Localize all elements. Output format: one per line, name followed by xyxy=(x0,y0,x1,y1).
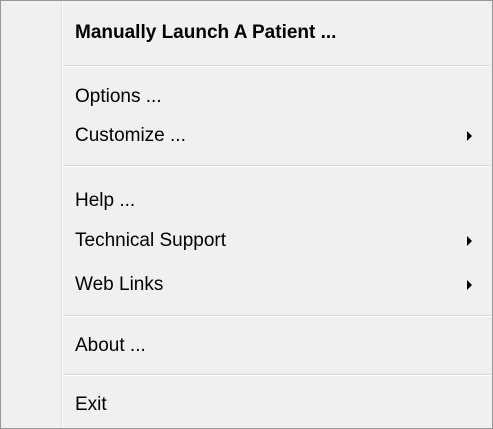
submenu-arrow-icon xyxy=(467,280,472,290)
submenu-arrow-icon xyxy=(467,131,472,141)
menu-item-about[interactable]: About ... xyxy=(64,323,490,369)
menu-item-label: Exit xyxy=(75,394,107,415)
menu-item-label: Technical Support xyxy=(75,230,227,251)
menu-item-exit[interactable]: Exit xyxy=(64,382,490,428)
menu-item-label: Options ... xyxy=(75,86,162,107)
menu-item-label: Manually Launch A Patient ... xyxy=(75,22,337,43)
menu-item-label: About ... xyxy=(75,335,146,356)
menu-item-label: Help ... xyxy=(75,190,136,211)
menu-separator xyxy=(64,374,490,376)
context-menu: Manually Launch A Patient ... Options ..… xyxy=(0,0,493,429)
menu-item-label: Web Links xyxy=(75,274,164,295)
menu-item-label: Customize ... xyxy=(75,125,186,146)
menu-separator xyxy=(64,165,490,167)
menu-item-customize[interactable]: Customize ... xyxy=(64,113,490,159)
menu-item-technical-support[interactable]: Technical Support xyxy=(64,218,490,264)
submenu-arrow-icon xyxy=(467,236,472,246)
menu-item-manually-launch-patient[interactable]: Manually Launch A Patient ... xyxy=(64,10,490,56)
menu-separator xyxy=(64,315,490,317)
menu-item-web-links[interactable]: Web Links xyxy=(64,262,490,308)
menu-icon-gutter xyxy=(1,1,63,428)
menu-separator xyxy=(64,65,490,67)
